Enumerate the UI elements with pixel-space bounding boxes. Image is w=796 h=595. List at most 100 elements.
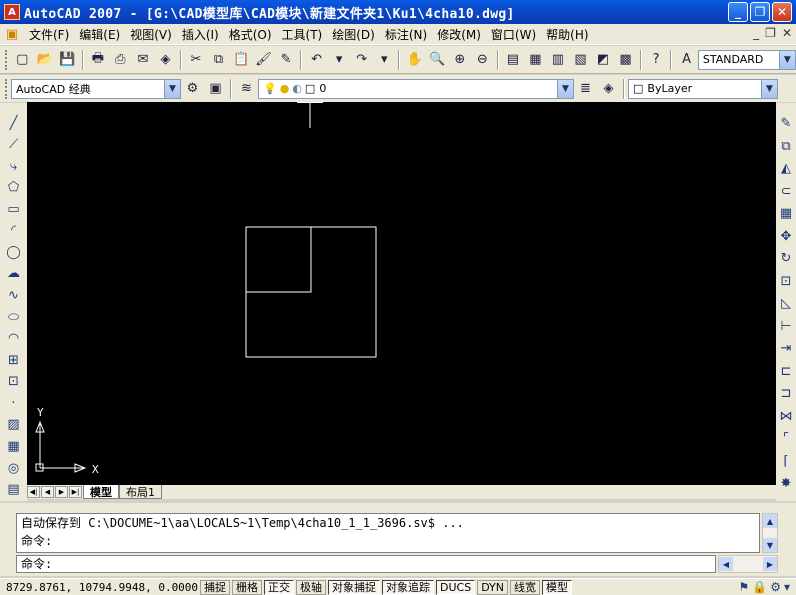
- workspace-select[interactable]: AutoCAD 经典 ▼: [11, 78, 181, 99]
- status-toggle-3[interactable]: 极轴: [296, 579, 326, 595]
- coordinate-readout[interactable]: 8729.8761, 10794.9948, 0.0000: [0, 581, 200, 594]
- autocad-app-icon[interactable]: A: [4, 4, 20, 20]
- gradient-icon[interactable]: ▦: [4, 436, 24, 456]
- status-toggle-7[interactable]: DYN: [477, 579, 509, 595]
- scale-icon[interactable]: ⊡: [776, 271, 796, 292]
- chevron-down-icon[interactable]: ▼: [778, 50, 795, 69]
- menu-help[interactable]: 帮助(H): [541, 26, 593, 43]
- menu-tools[interactable]: 工具(T): [277, 26, 328, 43]
- trim-icon[interactable]: ⊢: [776, 316, 796, 337]
- menu-file[interactable]: 文件(F): [24, 26, 74, 43]
- status-toggle-2[interactable]: 正交: [264, 579, 294, 595]
- status-toggle-5[interactable]: 对象追踪: [382, 579, 434, 595]
- first-tab-icon[interactable]: ◀|: [27, 486, 40, 498]
- status-toggle-4[interactable]: 对象捕捉: [328, 579, 380, 595]
- status-toggle-9[interactable]: 模型: [542, 579, 573, 595]
- hatch-icon[interactable]: ▨: [4, 415, 24, 435]
- undo-dropdown-icon[interactable]: ▾: [329, 49, 350, 70]
- menu-dimension[interactable]: 标注(N): [380, 26, 432, 43]
- design-center-icon[interactable]: ▦: [525, 49, 546, 70]
- circle-icon[interactable]: ◯: [4, 242, 24, 262]
- stretch-icon[interactable]: ◺: [776, 293, 796, 314]
- tab-model[interactable]: 模型: [83, 485, 119, 499]
- doc-minimize-button[interactable]: _: [753, 26, 759, 40]
- layer-select[interactable]: 💡 ● ◐ □ 0 ▼: [258, 78, 574, 99]
- menu-view[interactable]: 视图(V): [125, 26, 177, 43]
- point-icon[interactable]: ·: [4, 393, 24, 413]
- arc-icon[interactable]: ◜: [4, 221, 24, 241]
- cut-icon[interactable]: ✂: [186, 49, 207, 70]
- communication-center-icon[interactable]: ⚑: [738, 580, 749, 594]
- paste-icon[interactable]: 📋: [231, 49, 252, 70]
- sheet-set-icon[interactable]: ▧: [570, 49, 591, 70]
- tab-layout1[interactable]: 布局1: [119, 485, 162, 499]
- spline-icon[interactable]: ∿: [4, 286, 24, 306]
- doc-restore-button[interactable]: ❐: [765, 26, 776, 40]
- scroll-right-icon[interactable]: ▶: [763, 557, 777, 571]
- document-icon[interactable]: ▣: [4, 26, 20, 42]
- rotate-icon[interactable]: ↻: [776, 248, 796, 269]
- scroll-up-icon[interactable]: ▲: [763, 514, 777, 528]
- erase-icon[interactable]: ✎: [776, 113, 796, 134]
- status-toggle-1[interactable]: 栅格: [232, 579, 262, 595]
- tool-palettes-icon[interactable]: ▥: [548, 49, 569, 70]
- menu-modify[interactable]: 修改(M): [432, 26, 486, 43]
- color-select[interactable]: □ ByLayer ▼: [628, 78, 778, 99]
- chevron-down-icon[interactable]: ▼: [761, 79, 777, 98]
- make-block-icon[interactable]: ⊡: [4, 372, 24, 392]
- lock-icon[interactable]: 🔒: [752, 580, 767, 594]
- command-horizontal-scrollbar[interactable]: ◀ ▶: [718, 555, 778, 573]
- scroll-down-icon[interactable]: ▼: [763, 538, 777, 552]
- menu-arrow-icon[interactable]: ▾: [784, 580, 790, 594]
- chevron-down-icon[interactable]: ▼: [164, 79, 180, 98]
- copy-icon[interactable]: ⧉: [208, 49, 229, 70]
- match-properties-icon[interactable]: 🖌: [253, 49, 274, 70]
- break-at-point-icon[interactable]: ⊏: [776, 361, 796, 382]
- chevron-down-icon[interactable]: ▼: [557, 79, 573, 98]
- menu-insert[interactable]: 插入(I): [177, 26, 224, 43]
- save-icon[interactable]: 💾: [57, 49, 78, 70]
- rectangle-icon[interactable]: ▭: [4, 199, 24, 219]
- polyline-icon[interactable]: ⤷: [4, 156, 24, 176]
- command-scrollbar[interactable]: ▲ ▼: [762, 513, 778, 553]
- toolbar-grip[interactable]: [5, 49, 8, 70]
- break-icon[interactable]: ⊐: [776, 383, 796, 404]
- toolbar-grip[interactable]: [5, 78, 8, 99]
- markup-icon[interactable]: ◩: [593, 49, 614, 70]
- print-icon[interactable]: 🖶: [88, 49, 109, 70]
- menu-window[interactable]: 窗口(W): [486, 26, 541, 43]
- last-tab-icon[interactable]: ▶|: [69, 486, 82, 498]
- table-icon[interactable]: ▤: [4, 480, 24, 500]
- redo-dropdown-icon[interactable]: ▾: [374, 49, 395, 70]
- ellipse-arc-icon[interactable]: ◠: [4, 329, 24, 349]
- settings-icon[interactable]: ⚙: [770, 580, 781, 594]
- new-file-icon[interactable]: ▢: [12, 49, 33, 70]
- zoom-window-icon[interactable]: ⊕: [450, 49, 471, 70]
- menu-draw[interactable]: 绘图(D): [327, 26, 380, 43]
- ellipse-icon[interactable]: ⬭: [4, 307, 24, 327]
- pan-icon[interactable]: ✋: [404, 49, 425, 70]
- layer-manager-icon[interactable]: ≋: [236, 78, 257, 99]
- workspace-save-icon[interactable]: ▣: [205, 78, 226, 99]
- calculator-icon[interactable]: ▩: [615, 49, 636, 70]
- polygon-icon[interactable]: ⬠: [4, 178, 24, 198]
- doc-close-button[interactable]: ✕: [782, 26, 792, 40]
- undo-icon[interactable]: ↶: [306, 49, 327, 70]
- insert-block-icon[interactable]: ⊞: [4, 350, 24, 370]
- status-toggle-8[interactable]: 线宽: [510, 579, 541, 595]
- copy-object-icon[interactable]: ⧉: [776, 136, 796, 157]
- 3d-dwf-icon[interactable]: ◈: [155, 49, 176, 70]
- move-icon[interactable]: ✥: [776, 226, 796, 247]
- status-toggle-6[interactable]: DUCS: [436, 579, 476, 595]
- open-folder-icon[interactable]: 📂: [35, 49, 56, 70]
- join-icon[interactable]: ⋈: [776, 406, 796, 427]
- offset-icon[interactable]: ⊂: [776, 181, 796, 202]
- make-layer-current-icon[interactable]: ≣: [575, 78, 596, 99]
- close-button[interactable]: ✕: [772, 2, 792, 22]
- explode-icon[interactable]: ✸: [776, 473, 796, 494]
- fillet-icon[interactable]: ⌈: [776, 451, 796, 472]
- publish-icon[interactable]: ✉: [133, 49, 154, 70]
- menu-format[interactable]: 格式(O): [224, 26, 277, 43]
- line-icon[interactable]: ╱: [4, 113, 24, 133]
- minimize-button[interactable]: _: [728, 2, 748, 22]
